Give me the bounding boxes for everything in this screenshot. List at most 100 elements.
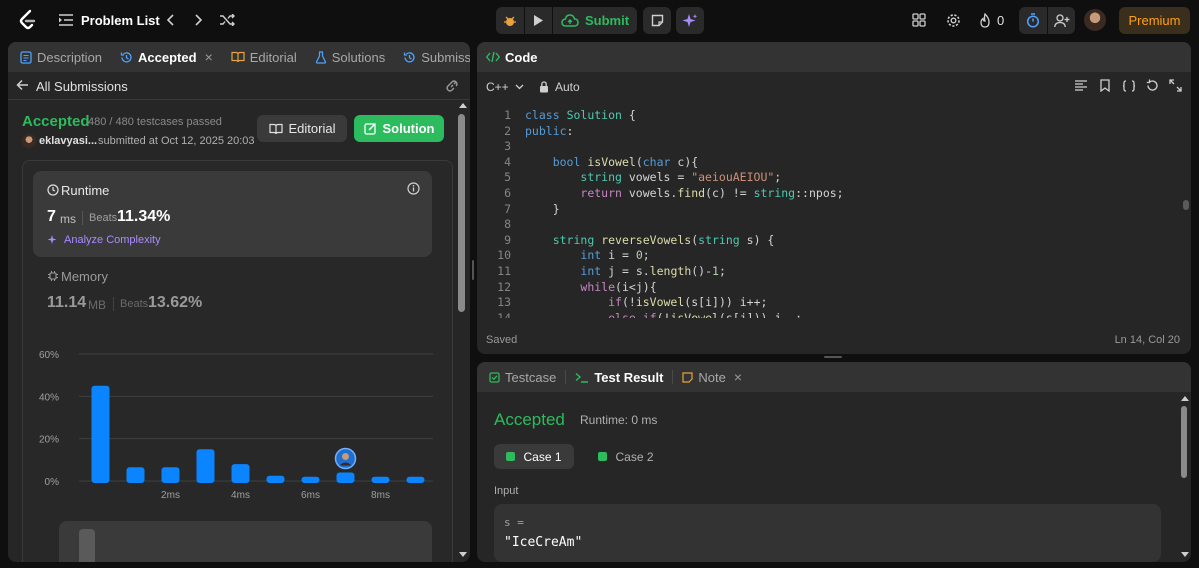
memory-chip-icon bbox=[48, 271, 58, 281]
layout-icon[interactable] bbox=[910, 11, 928, 29]
format-icon[interactable] bbox=[1075, 80, 1087, 91]
debug-button[interactable] bbox=[496, 7, 524, 34]
run-button[interactable] bbox=[525, 7, 552, 34]
submit-button[interactable]: Submit bbox=[553, 7, 637, 34]
chart-bar[interactable] bbox=[336, 472, 355, 483]
tab-accepted[interactable]: Accepted × bbox=[111, 42, 222, 72]
scroll-down-icon[interactable] bbox=[1181, 552, 1189, 557]
back-arrow-icon[interactable] bbox=[16, 79, 29, 91]
sparkle-icon bbox=[47, 235, 57, 244]
chart-bar[interactable] bbox=[126, 467, 145, 483]
next-problem-icon[interactable] bbox=[191, 12, 207, 28]
code-line: 8 bbox=[477, 217, 1177, 233]
invite-user-button[interactable] bbox=[1048, 7, 1075, 34]
submitter-name[interactable]: eklavyasi... bbox=[39, 135, 97, 147]
sparkle-icon bbox=[682, 13, 698, 27]
left-tab-bar: Description Accepted × Editorial Solutio… bbox=[8, 42, 470, 72]
code-text: class Solution { bbox=[525, 108, 636, 122]
scroll-up-icon[interactable] bbox=[459, 103, 467, 108]
reset-icon[interactable] bbox=[1146, 79, 1159, 92]
code-text: string reverseVowels(string s) { bbox=[552, 232, 775, 247]
chart-bar[interactable] bbox=[161, 467, 180, 483]
line-number: 13 bbox=[497, 295, 511, 310]
tab-solutions[interactable]: Solutions bbox=[306, 42, 394, 72]
prev-problem-icon[interactable] bbox=[162, 12, 178, 28]
result-scrollbar-thumb[interactable] bbox=[1181, 406, 1187, 478]
vertical-resize-handle[interactable] bbox=[824, 356, 842, 358]
code-line: 4 bool isVowel(char c){ bbox=[477, 155, 1177, 171]
runtime-unit: ms bbox=[60, 212, 76, 226]
tab-description[interactable]: Description bbox=[11, 42, 111, 72]
runtime-distribution-chart[interactable]: 0% 20% 40% 60% 2ms 4ms 6ms 8ms bbox=[33, 346, 443, 506]
settings-gear-icon[interactable] bbox=[944, 11, 962, 29]
close-tab-icon[interactable]: × bbox=[734, 369, 742, 385]
submitter-avatar[interactable] bbox=[22, 134, 36, 148]
premium-label: Premium bbox=[1128, 13, 1181, 28]
code-editor[interactable]: 1 class Solution {2 public: 3 4 bool isVowel… bbox=[477, 104, 1191, 318]
tab-editorial[interactable]: Editorial bbox=[222, 42, 306, 72]
streak-fire-icon[interactable] bbox=[977, 11, 993, 29]
code-title: Code bbox=[505, 49, 538, 65]
user-avatar[interactable] bbox=[1084, 9, 1106, 31]
chart-bar[interactable] bbox=[266, 475, 285, 483]
divider bbox=[113, 297, 114, 311]
premium-button[interactable]: Premium bbox=[1119, 7, 1190, 34]
case-2-tab[interactable]: Case 2 bbox=[586, 444, 666, 469]
bookmark-icon[interactable] bbox=[1100, 79, 1110, 92]
editorial-button[interactable]: Editorial bbox=[257, 115, 347, 142]
scroll-up-icon[interactable] bbox=[1181, 396, 1189, 401]
scroll-down-icon[interactable] bbox=[459, 552, 467, 557]
analyze-complexity-link[interactable]: Analyze Complexity bbox=[64, 234, 161, 246]
code-line: 5 string vowels = "aeiouAEIOU"; bbox=[477, 170, 1177, 186]
share-link-icon[interactable] bbox=[445, 79, 459, 93]
runtime-card[interactable]: Runtime 7 ms Beats 11.34% Analyze Comple… bbox=[33, 171, 432, 257]
tab-testcase[interactable]: Testcase bbox=[480, 362, 565, 392]
check-box-icon bbox=[489, 371, 500, 383]
all-submissions-link[interactable]: All Submissions bbox=[36, 79, 128, 94]
auto-mode-toggle[interactable]: Auto bbox=[539, 80, 580, 94]
submitted-at: submitted at Oct 12, 2025 20:03 bbox=[98, 135, 255, 147]
add-user-icon bbox=[1053, 13, 1069, 27]
notes-button[interactable] bbox=[643, 7, 671, 34]
x-tick-label: 4ms bbox=[231, 490, 250, 501]
chart-bar[interactable] bbox=[231, 464, 250, 483]
lock-icon bbox=[540, 81, 548, 93]
streak-count: 0 bbox=[997, 13, 1005, 28]
tab-note[interactable]: Note × bbox=[673, 362, 751, 392]
close-tab-icon[interactable]: × bbox=[205, 49, 213, 65]
x-tick-label: 8ms bbox=[371, 490, 390, 501]
solution-button[interactable]: Solution bbox=[354, 115, 444, 142]
braces-icon[interactable] bbox=[1122, 80, 1136, 92]
problem-list-link[interactable]: Problem List bbox=[81, 13, 160, 28]
line-number: 14 bbox=[497, 310, 511, 318]
chart-bar[interactable] bbox=[301, 476, 320, 483]
chart-bar[interactable] bbox=[91, 385, 110, 483]
code-text: int j = s.length()-1; bbox=[580, 264, 726, 278]
vertical-scrollbar-thumb[interactable] bbox=[458, 114, 465, 312]
timer-button[interactable] bbox=[1019, 7, 1047, 34]
problem-list-icon[interactable] bbox=[58, 12, 74, 28]
ai-assist-button[interactable] bbox=[676, 7, 704, 34]
case-1-tab[interactable]: Case 1 bbox=[494, 444, 574, 469]
code-line: 10 int i = 0; bbox=[477, 248, 1177, 264]
line-number: 6 bbox=[504, 186, 511, 200]
line-number: 7 bbox=[504, 201, 511, 216]
history-icon bbox=[404, 51, 415, 62]
chart-bar[interactable] bbox=[196, 449, 215, 483]
tab-test-result[interactable]: Test Result bbox=[566, 362, 672, 392]
code-header: Code bbox=[477, 42, 1191, 72]
leetcode-logo-icon[interactable] bbox=[16, 8, 40, 32]
code-line: 2 public: bbox=[477, 124, 1177, 140]
chart-bar[interactable] bbox=[371, 476, 390, 483]
shuffle-icon[interactable] bbox=[219, 12, 235, 28]
code-preview-card[interactable] bbox=[59, 521, 432, 562]
input-label: Input bbox=[494, 485, 519, 497]
chart-bar[interactable] bbox=[406, 476, 425, 483]
code-line: 1 class Solution { bbox=[477, 108, 1177, 124]
panel-resize-handle[interactable] bbox=[472, 260, 474, 280]
tab-submissions[interactable]: Submissions bbox=[394, 42, 470, 72]
memory-value: 11.14 bbox=[47, 294, 87, 311]
fullscreen-icon[interactable] bbox=[1169, 79, 1182, 92]
editor-scrollbar-thumb[interactable] bbox=[1183, 200, 1189, 210]
language-select[interactable]: C++ bbox=[486, 80, 524, 94]
